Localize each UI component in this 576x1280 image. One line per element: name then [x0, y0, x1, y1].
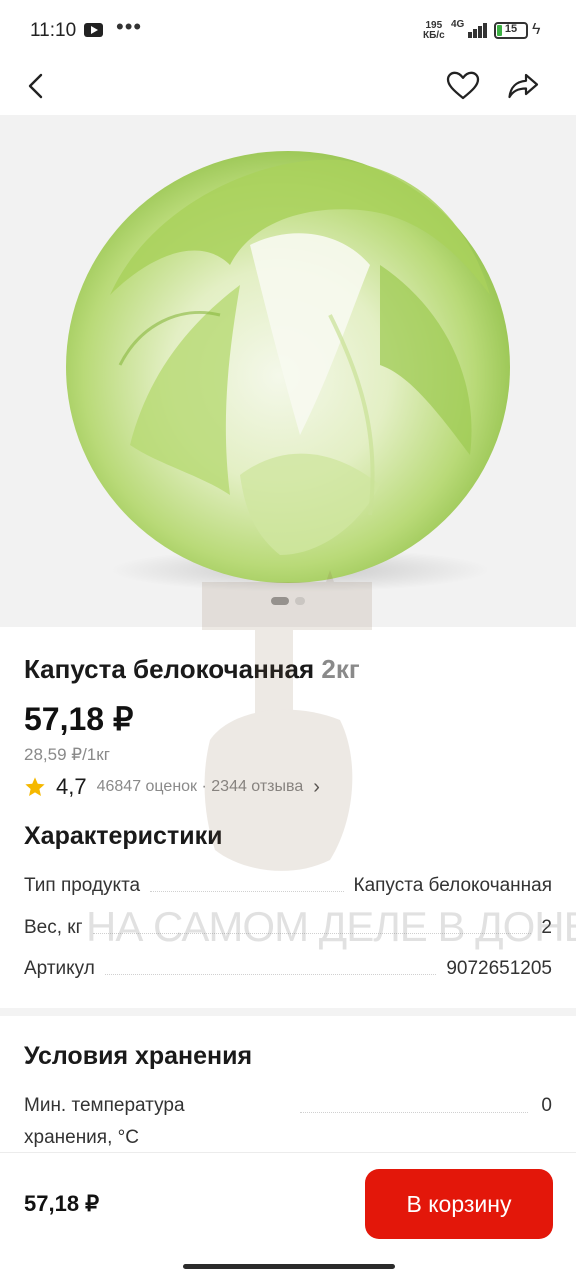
- section-divider: [0, 1008, 576, 1016]
- spec-row: Вес, кг 2: [24, 913, 552, 943]
- add-to-cart-button[interactable]: В корзину: [365, 1169, 553, 1239]
- back-arrow-icon: [28, 73, 43, 99]
- spec-row: Тип продукта Капуста белокочанная: [24, 871, 552, 901]
- spec-value: 9072651205: [446, 958, 552, 979]
- storage-label: Мин. температура хранения, °C: [24, 1095, 185, 1148]
- product-weight: 2кг: [321, 654, 360, 684]
- spec-label: Тип продукта: [24, 875, 141, 896]
- storage-value: 0: [541, 1095, 552, 1116]
- home-indicator[interactable]: [183, 1264, 395, 1269]
- spec-label: Вес, кг: [24, 917, 83, 938]
- product-gallery[interactable]: [0, 115, 576, 627]
- rating-link[interactable]: 4,7 46847 оценок · 2344 отзыва ›: [24, 772, 320, 802]
- youtube-icon: [84, 23, 103, 37]
- top-toolbar: [0, 60, 576, 115]
- status-time: 11:10: [30, 20, 77, 41]
- product-name: Капуста белокочанная: [24, 654, 315, 684]
- pager-dot-active[interactable]: [271, 597, 289, 605]
- favorite-button[interactable]: [443, 66, 483, 106]
- spec-value: Капуста белокочанная: [353, 875, 553, 896]
- share-icon: [508, 73, 539, 99]
- heart-icon: [446, 71, 480, 100]
- unit-price: 28,59 ₽/1кг: [24, 745, 110, 764]
- more-notifications-icon: •••: [116, 14, 143, 39]
- chevron-right-icon: ›: [313, 775, 320, 798]
- reviews-count: 46847 оценок · 2344 отзыва: [96, 778, 304, 795]
- charging-icon: ϟ: [532, 21, 541, 38]
- spec-row: Артикул 9072651205: [24, 954, 552, 984]
- back-button[interactable]: [16, 66, 56, 106]
- signal-icon: [462, 22, 488, 38]
- product-title: Капуста белокочанная 2кг: [24, 654, 360, 685]
- characteristics-title: Характеристики: [24, 822, 223, 850]
- storage-title: Условия хранения: [24, 1042, 253, 1070]
- pager-dot[interactable]: [295, 597, 305, 605]
- network-speed: 195 КБ/с: [423, 21, 445, 41]
- gallery-pager: [0, 597, 576, 605]
- bottom-bar: 57,18 ₽ В корзину: [0, 1152, 576, 1256]
- bottom-price: 57,18 ₽: [24, 1191, 100, 1216]
- spec-label: Артикул: [24, 958, 95, 979]
- product-price: 57,18 ₽: [24, 701, 134, 737]
- cabbage-photo: [0, 115, 576, 627]
- battery-icon: 15: [494, 22, 528, 39]
- star-icon: [25, 777, 45, 796]
- rating-value: 4,7: [56, 774, 87, 799]
- status-bar: 11:10 ••• 195 КБ/с 4G 15 ϟ: [0, 0, 576, 60]
- share-button[interactable]: [503, 66, 543, 106]
- network-speed-unit: КБ/с: [423, 30, 445, 41]
- spec-value: 2: [541, 917, 552, 938]
- battery-level: 15: [504, 23, 518, 35]
